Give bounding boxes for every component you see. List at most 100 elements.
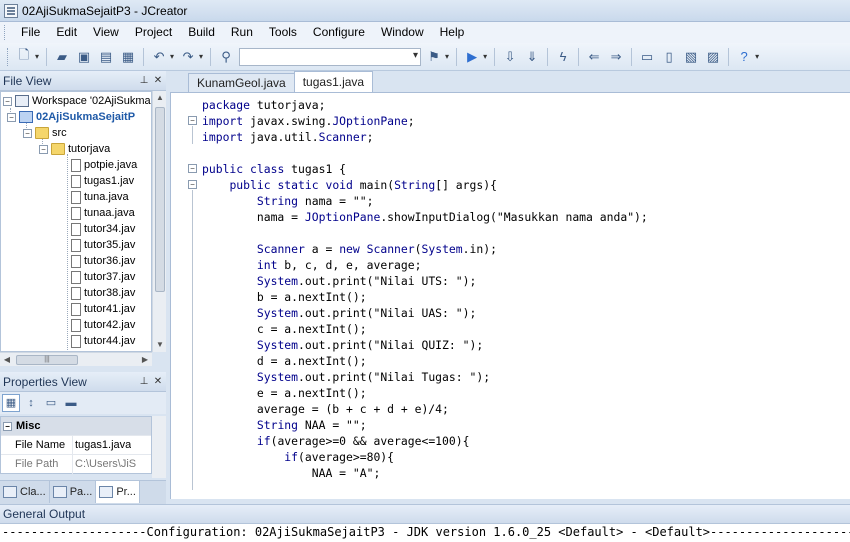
menu-run[interactable]: Run: [223, 22, 261, 43]
windows-icon[interactable]: ▯: [659, 47, 679, 67]
code-line[interactable]: String NAA = "";: [202, 417, 367, 433]
tree-workspace[interactable]: − Workspace '02AjiSukmaSe: [3, 93, 151, 109]
property-value[interactable]: tugas1.java: [73, 436, 131, 455]
collapse-icon[interactable]: −: [39, 144, 48, 154]
code-line[interactable]: average = (b + c + d + e)/4;: [202, 401, 449, 417]
undo-dropdown-arrow[interactable]: ▾: [170, 52, 174, 61]
property-grid-vscrollbar[interactable]: [152, 416, 166, 478]
code-line[interactable]: System.out.print("Nilai UAS: ");: [202, 305, 476, 321]
back-icon[interactable]: ⇐: [584, 47, 604, 67]
code-line[interactable]: import java.util.Scanner;: [202, 129, 373, 145]
tree-file[interactable]: potpie.java: [71, 157, 137, 173]
collapse-icon[interactable]: −: [23, 128, 32, 138]
tree-file[interactable]: tutor36.jav: [71, 253, 135, 269]
build-icon[interactable]: ⇓: [522, 47, 542, 67]
property-row[interactable]: File Name tugas1.java: [1, 435, 151, 455]
events-icon[interactable]: ▬: [62, 394, 80, 412]
help-icon[interactable]: ?: [734, 47, 754, 67]
tab-package-view[interactable]: Pa...: [50, 481, 97, 503]
save-icon[interactable]: ▣: [74, 47, 94, 67]
toolbar-overflow-arrow[interactable]: ▾: [755, 52, 759, 61]
scroll-up-arrow[interactable]: ▲: [153, 91, 167, 105]
redo-icon[interactable]: ↷: [178, 47, 198, 67]
menu-build[interactable]: Build: [180, 22, 223, 43]
undo-icon[interactable]: ↶: [149, 47, 169, 67]
find-icon[interactable]: ⚲: [216, 47, 236, 67]
code-line[interactable]: int b, c, d, e, average;: [202, 257, 422, 273]
categorized-icon[interactable]: ▦: [2, 394, 20, 412]
menu-project[interactable]: Project: [127, 22, 180, 43]
code-line[interactable]: package tutorjava;: [202, 97, 325, 113]
tree-project[interactable]: − 02AjiSukmaSejaitP: [7, 109, 135, 125]
tree-file[interactable]: tutor37.jav: [71, 269, 135, 285]
code-line[interactable]: if(average>=0 && average<=100){: [202, 433, 470, 449]
close-icon[interactable]: ✕: [152, 75, 164, 86]
tree-file[interactable]: tutor38.jav: [71, 285, 135, 301]
property-row[interactable]: File Path C:\Users\JiS: [1, 454, 151, 474]
close-icon[interactable]: ✕: [152, 376, 164, 387]
scroll-thumb[interactable]: [155, 107, 165, 292]
tab-class-view[interactable]: Cla...: [0, 481, 50, 503]
code-line[interactable]: System.out.print("Nilai Tugas: ");: [202, 369, 490, 385]
menu-configure[interactable]: Configure: [305, 22, 373, 43]
code-line[interactable]: String nama = "";: [202, 193, 374, 209]
menu-edit[interactable]: Edit: [48, 22, 85, 43]
find-in-files-icon[interactable]: ⚑: [424, 47, 444, 67]
tab-tugas1-java[interactable]: tugas1.java: [293, 71, 374, 92]
redo-dropdown-arrow[interactable]: ▾: [199, 52, 203, 61]
tab-kunamgeol-java[interactable]: KunamGeol.java: [188, 73, 295, 92]
collapse-icon[interactable]: −: [3, 96, 12, 106]
tree-file[interactable]: tuna.java: [71, 189, 129, 205]
file-tree-hscrollbar[interactable]: ◀ ||| ▶: [0, 352, 152, 366]
code-line[interactable]: e = a.nextInt();: [202, 385, 367, 401]
menu-view[interactable]: View: [85, 22, 127, 43]
code-line[interactable]: public static void main(String[] args){: [202, 177, 497, 193]
fold-icon[interactable]: −: [188, 180, 197, 189]
scroll-right-arrow[interactable]: ▶: [138, 353, 152, 367]
fold-icon[interactable]: −: [188, 164, 197, 173]
fold-icon[interactable]: −: [188, 116, 197, 125]
code-line[interactable]: if(average>=80){: [202, 449, 394, 465]
code-line[interactable]: import javax.swing.JOptionPane;: [202, 113, 415, 129]
pin-icon[interactable]: ⊥: [138, 75, 150, 86]
tools-icon[interactable]: ▨: [703, 47, 723, 67]
alphabetical-icon[interactable]: ↕: [22, 394, 40, 412]
menu-file[interactable]: File: [13, 22, 48, 43]
tree-file[interactable]: tutor42.jav: [71, 317, 135, 333]
code-line[interactable]: System.out.print("Nilai UTS: ");: [202, 273, 476, 289]
tree-file[interactable]: tunaa.java: [71, 205, 135, 221]
scroll-thumb[interactable]: |||: [16, 355, 78, 365]
code-line[interactable]: d = a.nextInt();: [202, 353, 367, 369]
code-line[interactable]: NAA = "A";: [202, 465, 381, 481]
tree-file[interactable]: tutor34.jav: [71, 221, 135, 237]
run-icon[interactable]: ▶: [462, 47, 482, 67]
file-tree-vscrollbar[interactable]: ▲ ▼: [152, 91, 166, 352]
code-line[interactable]: c = a.nextInt();: [202, 321, 367, 337]
code-line[interactable]: Scanner a = new Scanner(System.in);: [202, 241, 497, 257]
code-line[interactable]: nama = JOptionPane.showInputDialog("Masu…: [202, 209, 648, 225]
code-line[interactable]: public class tugas1 {: [202, 161, 346, 177]
properties-icon[interactable]: ▭: [42, 394, 60, 412]
property-value[interactable]: C:\Users\JiS: [73, 455, 136, 474]
tree-package-folder[interactable]: − tutorjava: [39, 141, 110, 157]
property-category[interactable]: − Misc: [1, 417, 151, 435]
tree-file[interactable]: tugas1.jav: [71, 173, 134, 189]
scroll-down-arrow[interactable]: ▼: [153, 338, 167, 352]
search-combo[interactable]: [239, 47, 422, 66]
pin-icon[interactable]: ⊥: [138, 376, 150, 387]
new-dropdown-arrow[interactable]: ▾: [35, 52, 39, 61]
tab-properties-view[interactable]: Pr...: [96, 481, 140, 503]
save-all-icon[interactable]: ▤: [96, 47, 116, 67]
lightning-icon[interactable]: ϟ: [553, 47, 573, 67]
code-line[interactable]: System.out.print("Nilai QUIZ: ");: [202, 337, 483, 353]
run-dropdown-arrow[interactable]: ▾: [483, 52, 487, 61]
compile-icon[interactable]: ⇩: [500, 47, 520, 67]
menu-help[interactable]: Help: [432, 22, 473, 43]
window-icon[interactable]: ▭: [637, 47, 657, 67]
print-icon[interactable]: ▦: [118, 47, 138, 67]
scroll-left-arrow[interactable]: ◀: [0, 353, 14, 367]
collapse-icon[interactable]: −: [3, 421, 12, 431]
code-editor[interactable]: package tutorjava; import javax.swing.JOp…: [170, 92, 850, 499]
collapse-icon[interactable]: −: [7, 112, 16, 122]
menu-tools[interactable]: Tools: [261, 22, 305, 43]
